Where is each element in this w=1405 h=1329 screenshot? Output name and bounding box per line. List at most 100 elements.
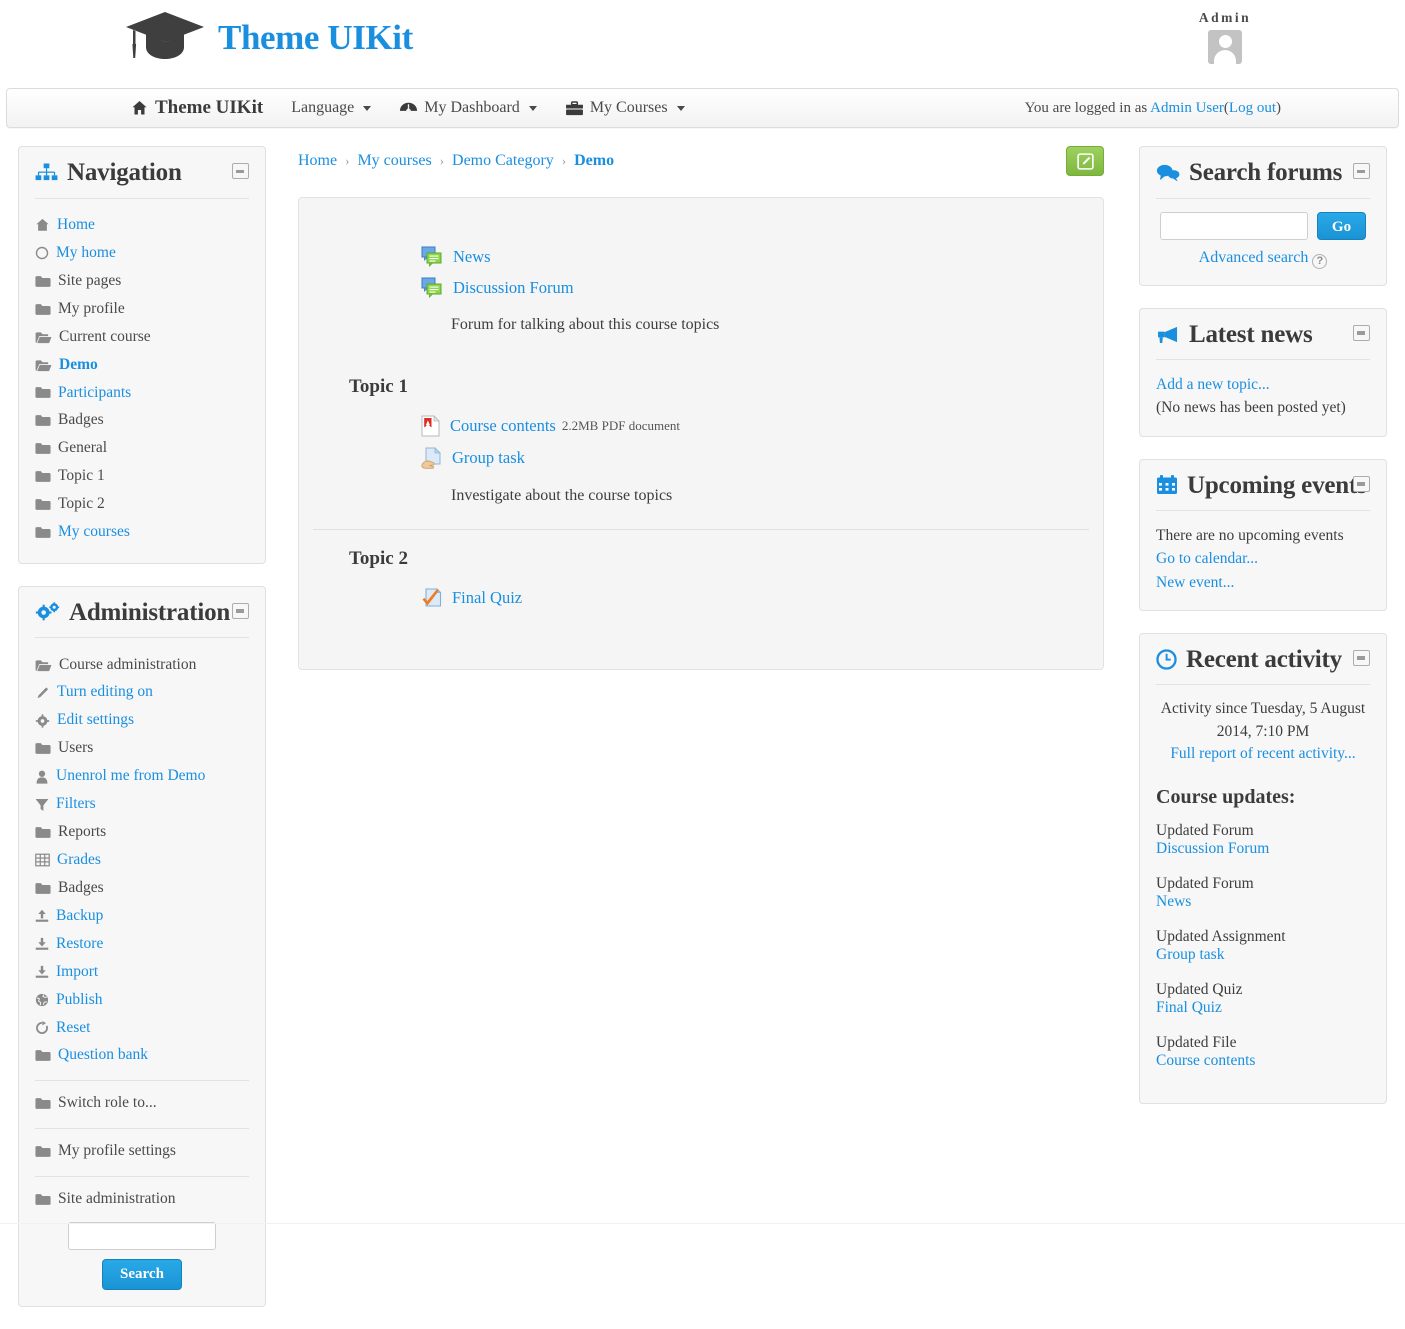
breadcrumb-item-my-courses[interactable]: My courses (357, 152, 431, 170)
recent-activity-collapse-button[interactable] (1353, 650, 1370, 666)
nav-item-current-course[interactable]: Current course (35, 323, 249, 351)
turn-editing-on-button[interactable] (1066, 146, 1104, 176)
add-new-topic-link[interactable]: Add a new topic... (1156, 373, 1370, 396)
activity-link[interactable]: Final Quiz (452, 588, 522, 608)
latest-news-collapse-button[interactable] (1353, 325, 1370, 341)
activity-item[interactable]: Group task (421, 447, 1089, 469)
update-link[interactable]: News (1156, 893, 1370, 911)
activity-link[interactable]: Course contents (450, 416, 556, 436)
admin-item-filters[interactable]: Filters (35, 791, 249, 819)
nav-item-participants[interactable]: Participants (35, 379, 249, 407)
latest-news-title: Latest news (1189, 321, 1312, 349)
latest-news-header: Latest news (1156, 321, 1370, 361)
recent-activity-title: Recent activity (1186, 646, 1342, 674)
admin-item-badges[interactable]: Badges (35, 874, 249, 902)
navigation-collapse-button[interactable] (232, 163, 249, 179)
user-area[interactable]: Admin (1165, 10, 1285, 64)
activity-item[interactable]: Discussion Forum (421, 277, 1089, 298)
nav-item-label: Participants (58, 383, 131, 404)
admin-item-course-administration[interactable]: Course administration (35, 651, 249, 679)
full-report-link[interactable]: Full report of recent activity... (1156, 743, 1370, 765)
admin-item-backup[interactable]: Backup (35, 902, 249, 930)
admin-item-unenrol-me-from-demo[interactable]: Unenrol me from Demo (35, 763, 249, 791)
briefcase-icon (565, 101, 584, 116)
update-link[interactable]: Discussion Forum (1156, 840, 1370, 858)
nav-item-site-pages[interactable]: Site pages (35, 267, 249, 295)
admin-item-switch-role-to[interactable]: Switch role to... (35, 1090, 249, 1118)
navbar-item-my-dashboard[interactable]: My Dashboard (385, 99, 551, 117)
nav-item-demo[interactable]: Demo (35, 351, 249, 379)
admin-item-restore[interactable]: Restore (35, 930, 249, 958)
admin-item-users[interactable]: Users (35, 735, 249, 763)
admin-group-2: My profile settings (35, 1138, 249, 1166)
breadcrumb-item-home[interactable]: Home (298, 152, 337, 170)
update-link[interactable]: Group task (1156, 946, 1370, 964)
new-event-link[interactable]: New event... (1156, 571, 1370, 594)
nav-item-label: Demo (59, 355, 98, 376)
admin-item-publish[interactable]: Publish (35, 986, 249, 1014)
avatar[interactable] (1208, 30, 1242, 64)
breadcrumb-item-demo-category[interactable]: Demo Category (452, 152, 554, 170)
admin-item-label: Question bank (58, 1045, 148, 1066)
site-admin-search-input[interactable] (68, 1222, 216, 1250)
activity-link[interactable]: Group task (452, 448, 525, 468)
nav-item-general[interactable]: General (35, 435, 249, 463)
logout-link[interactable]: Log out (1229, 100, 1276, 116)
forum-search-go-button[interactable]: Go (1317, 212, 1366, 240)
admin-separator (35, 1128, 249, 1129)
activity-item[interactable]: Final Quiz (421, 587, 1089, 609)
admin-item-label: Grades (57, 850, 101, 871)
admin-item-reset[interactable]: Reset (35, 1014, 249, 1042)
nav-item-topic-2[interactable]: Topic 2 (35, 491, 249, 519)
nav-item-topic-1[interactable]: Topic 1 (35, 463, 249, 491)
admin-item-question-bank[interactable]: Question bank (35, 1042, 249, 1070)
admin-item-turn-editing-on[interactable]: Turn editing on (35, 679, 249, 707)
update-link[interactable]: Course contents (1156, 1052, 1370, 1070)
pdf-icon (421, 415, 440, 437)
nav-item-badges[interactable]: Badges (35, 407, 249, 435)
chevron-down-icon (529, 106, 537, 111)
site-brand[interactable]: Theme UIKit (122, 6, 413, 68)
navbar-item-my-courses[interactable]: My Courses (551, 99, 699, 117)
admin-item-site-administration[interactable]: Site administration (35, 1186, 249, 1214)
nav-item-my-profile[interactable]: My profile (35, 295, 249, 323)
admin-item-label: Edit settings (57, 710, 134, 731)
admin-item-grades[interactable]: Grades (35, 847, 249, 875)
admin-item-import[interactable]: Import (35, 958, 249, 986)
admin-group-0: Course administrationTurn editing on Edit… (35, 651, 249, 1070)
activity-link[interactable]: Discussion Forum (453, 278, 574, 298)
site-admin-search: Search (35, 1222, 249, 1290)
update-kind: Updated File (1156, 1034, 1370, 1052)
folder-icon (35, 1097, 51, 1110)
activity-item[interactable]: Course contents2.2MB PDF document (421, 415, 1089, 437)
upcoming-events-collapse-button[interactable] (1353, 476, 1370, 492)
nav-item-home[interactable]: Home (35, 212, 249, 240)
course-section-summary: Investigate about the course topics (451, 487, 1089, 505)
update-link[interactable]: Final Quiz (1156, 999, 1370, 1017)
admin-item-reports[interactable]: Reports (35, 819, 249, 847)
go-to-calendar-link[interactable]: Go to calendar... (1156, 547, 1370, 570)
navbar-item-my-dashboard-label: My Dashboard (424, 99, 520, 117)
forum-search-input[interactable] (1160, 212, 1308, 240)
admin-item-my-profile-settings[interactable]: My profile settings (35, 1138, 249, 1166)
nav-item-my-courses[interactable]: My courses (35, 519, 249, 547)
nav-item-label: Current course (59, 327, 151, 348)
activity-link[interactable]: News (453, 247, 491, 267)
pencil-icon (35, 686, 50, 700)
advanced-search-link[interactable]: Advanced search (1199, 249, 1309, 266)
admin-item-label: Switch role to... (58, 1093, 157, 1114)
search-forums-collapse-button[interactable] (1353, 163, 1370, 179)
graduation-cap-logo-icon (122, 6, 208, 68)
activity-item[interactable]: News (421, 246, 1089, 267)
admin-item-edit-settings[interactable]: Edit settings (35, 707, 249, 735)
site-admin-search-button[interactable]: Search (102, 1259, 182, 1290)
logged-in-user-link[interactable]: Admin User (1150, 100, 1224, 116)
navbar-home-link[interactable]: Theme UIKit (117, 97, 277, 119)
nav-item-my-home[interactable]: My home (35, 239, 249, 267)
admin-item-label: Reports (58, 822, 106, 843)
navbar-item-language[interactable]: Language (277, 99, 385, 117)
administration-collapse-button[interactable] (232, 603, 249, 619)
navigation-block-header: Navigation (35, 159, 249, 199)
help-icon[interactable]: ? (1312, 254, 1327, 269)
site-header: Theme UIKit Admin (0, 0, 1405, 88)
